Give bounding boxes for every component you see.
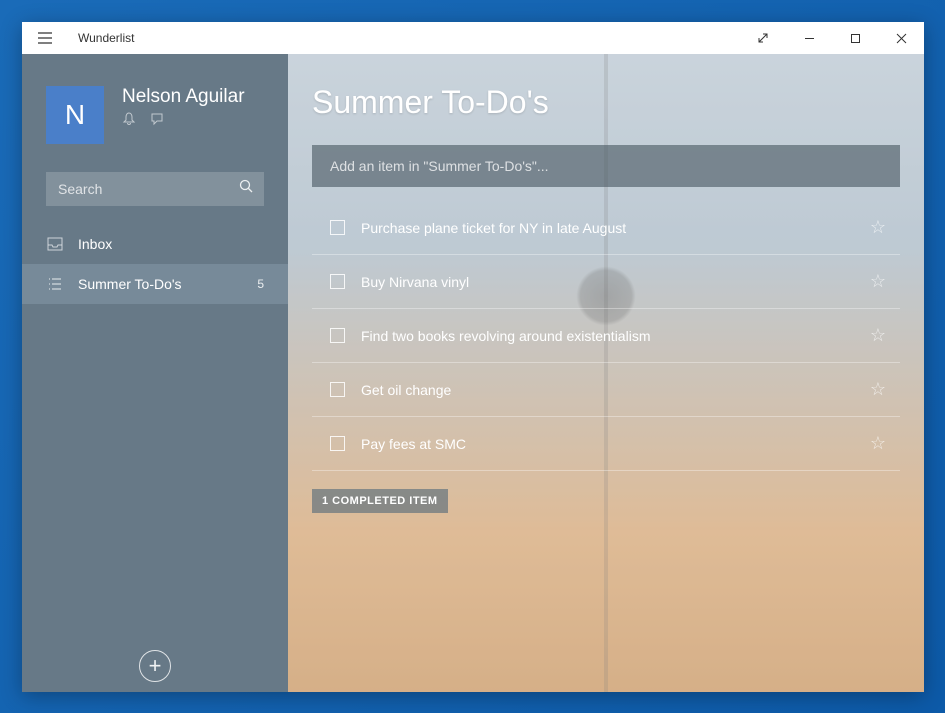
sidebar-item-label: Inbox	[78, 236, 264, 252]
window-controls	[740, 22, 924, 54]
plus-icon: +	[139, 650, 171, 682]
checkbox-icon[interactable]	[330, 382, 345, 397]
task-row[interactable]: Purchase plane ticket for NY in late Aug…	[312, 201, 900, 255]
star-icon[interactable]: ☆	[862, 213, 894, 242]
sidebar-lists: Inbox Summer To-Do's 5	[22, 224, 288, 640]
close-button[interactable]	[878, 22, 924, 54]
star-icon[interactable]: ☆	[862, 321, 894, 350]
task-row[interactable]: Get oil change ☆	[312, 363, 900, 417]
user-name: Nelson Aguilar	[122, 86, 245, 108]
main-area: Summer To-Do's Purchase plane ticket for…	[288, 54, 924, 692]
task-row[interactable]: Buy Nirvana vinyl ☆	[312, 255, 900, 309]
task-label: Get oil change	[361, 382, 862, 398]
inbox-icon	[46, 237, 64, 251]
sidebar-item-count: 5	[257, 277, 264, 291]
avatar[interactable]: N	[46, 86, 104, 144]
list-icon	[46, 277, 64, 291]
star-icon[interactable]: ☆	[862, 429, 894, 458]
task-label: Buy Nirvana vinyl	[361, 274, 862, 290]
expand-icon[interactable]	[740, 22, 786, 54]
maximize-button[interactable]	[832, 22, 878, 54]
task-label: Find two books revolving around existent…	[361, 328, 862, 344]
sidebar-item-summer-todos[interactable]: Summer To-Do's 5	[22, 264, 288, 304]
star-icon[interactable]: ☆	[862, 267, 894, 296]
checkbox-icon[interactable]	[330, 328, 345, 343]
add-item-box[interactable]	[312, 145, 900, 187]
task-label: Purchase plane ticket for NY in late Aug…	[361, 220, 862, 236]
task-row[interactable]: Find two books revolving around existent…	[312, 309, 900, 363]
bell-icon[interactable]	[122, 112, 136, 131]
hamburger-menu-button[interactable]	[22, 22, 68, 54]
list-title: Summer To-Do's	[312, 84, 900, 121]
add-item-input[interactable]	[330, 158, 882, 174]
minimize-button[interactable]	[786, 22, 832, 54]
search-box[interactable]	[46, 172, 264, 206]
sidebar-item-inbox[interactable]: Inbox	[22, 224, 288, 264]
task-list: Purchase plane ticket for NY in late Aug…	[312, 201, 900, 471]
search-icon[interactable]	[239, 179, 254, 199]
app-window: Wunderlist N Nelson Aguilar	[22, 22, 924, 692]
sidebar-item-label: Summer To-Do's	[78, 276, 257, 292]
checkbox-icon[interactable]	[330, 274, 345, 289]
profile-section: N Nelson Aguilar	[22, 54, 288, 162]
task-label: Pay fees at SMC	[361, 436, 862, 452]
title-bar: Wunderlist	[22, 22, 924, 54]
star-icon[interactable]: ☆	[862, 375, 894, 404]
app-title: Wunderlist	[78, 31, 134, 45]
add-list-button[interactable]: +	[22, 640, 288, 692]
checkbox-icon[interactable]	[330, 436, 345, 451]
task-row[interactable]: Pay fees at SMC ☆	[312, 417, 900, 471]
chat-icon[interactable]	[150, 112, 164, 131]
completed-items-toggle[interactable]: 1 COMPLETED ITEM	[312, 489, 448, 513]
search-input[interactable]	[58, 181, 239, 197]
sidebar: N Nelson Aguilar	[22, 54, 288, 692]
checkbox-icon[interactable]	[330, 220, 345, 235]
